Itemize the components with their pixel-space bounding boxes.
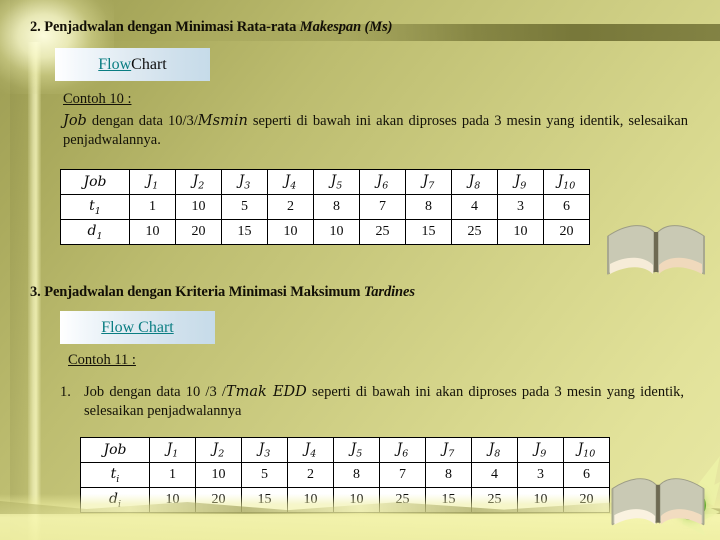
section-heading-3-italic: Tardines	[363, 284, 415, 300]
list-number-1-text: 1.	[60, 384, 71, 400]
table-cell-t: 6	[543, 194, 590, 220]
example-11-body: Job dengan data 10 /3 /Tmak EDD seperti …	[84, 383, 684, 421]
table-row-job: Job J1 J2 J3 J4 J5 J6 J7 J8 J9 J10	[80, 437, 610, 463]
flow-chart-button-2[interactable]: Flow Chart	[60, 311, 215, 344]
table-cell-t: 7	[379, 462, 426, 488]
table-cell-t: 2	[267, 194, 314, 220]
table-header-job: J8	[471, 437, 518, 463]
table-cell-d: 25	[451, 219, 498, 245]
table-row-d: d1 10 20 15 10 10 25 15 25 10 20	[60, 219, 590, 245]
table-cell-d: 10	[267, 219, 314, 245]
table-cell-t: 1	[129, 194, 176, 220]
table-row-label-t: t1	[60, 194, 130, 220]
table-header-job: J2	[195, 437, 242, 463]
table-header-job: J9	[517, 437, 564, 463]
list-number-1: 1.	[60, 383, 71, 402]
table-cell-t: 5	[221, 194, 268, 220]
table-cell-d: 10	[313, 219, 360, 245]
table-cell-t: 8	[405, 194, 452, 220]
table-cell-t: 3	[517, 462, 564, 488]
table-cell-t: 3	[497, 194, 544, 220]
table-cell-d: 25	[359, 219, 406, 245]
table-header-job: J5	[313, 169, 360, 195]
table-header-job: J9	[497, 169, 544, 195]
table-cell-d: 15	[221, 219, 268, 245]
example-label-11: Contoh 11 :	[68, 351, 136, 370]
table-cell-d: 10	[129, 219, 176, 245]
table-cell-t: 8	[313, 194, 360, 220]
table-header-job: J1	[149, 437, 196, 463]
section-heading-2-italic: Makespan (Ms)	[299, 19, 393, 35]
table-header-job: J2	[175, 169, 222, 195]
flow-chart-link-1[interactable]: Flow	[98, 56, 131, 74]
table-row-job: Job J1 J2 J3 J4 J5 J6 J7 J8 J9 J10	[60, 169, 590, 195]
table-cell-d: 15	[405, 219, 452, 245]
example-label-10-text: Contoh 10 :	[63, 91, 132, 107]
example-11-text-a: Job dengan data 10 /3 /	[84, 384, 226, 400]
flow-chart-button-1[interactable]: Flow Chart	[55, 48, 210, 81]
slide-canvas: 2. Penjadwalan dengan Minimasi Rata-rata…	[0, 0, 720, 540]
table-header-job: J7	[405, 169, 452, 195]
example-10-text-a: dengan data 10/3/	[86, 113, 198, 129]
example-10-lead: Job	[63, 113, 87, 129]
table-row-t: ti 1 10 5 2 8 7 8 4 3 6	[80, 462, 610, 488]
section-heading-2: 2. Penjadwalan dengan Minimasi Rata-rata…	[30, 19, 392, 36]
table-cell-d: 10	[497, 219, 544, 245]
table-row-label-t: ti	[80, 462, 150, 488]
table-header-job: J4	[267, 169, 314, 195]
table-cell-t: 10	[175, 194, 222, 220]
example-11-italic-b: Tmak EDD	[225, 384, 307, 400]
table-header-job: J3	[241, 437, 288, 463]
table-row-label-d: d1	[60, 219, 130, 245]
table-header-job: J8	[451, 169, 498, 195]
flow-chart-link-2[interactable]: Flow Chart	[101, 319, 173, 337]
table-cell-d: 20	[175, 219, 222, 245]
table-header-job: J6	[379, 437, 426, 463]
section-heading-2-text: 2. Penjadwalan dengan Minimasi Rata-rata	[30, 19, 300, 35]
table-header-job: J5	[333, 437, 380, 463]
table-cell-t: 8	[333, 462, 380, 488]
table-cell-t: 8	[425, 462, 472, 488]
section-heading-3: 3. Penjadwalan dengan Kriteria Minimasi …	[30, 284, 415, 301]
table-cell-t: 2	[287, 462, 334, 488]
table-corner-label: Job	[60, 169, 130, 195]
table-row-t: t1 1 10 5 2 8 7 8 4 3 6	[60, 194, 590, 220]
table-cell-d: 20	[543, 219, 590, 245]
table-cell-t: 7	[359, 194, 406, 220]
flow-chart-label-1: Chart	[131, 55, 167, 73]
table-cell-t: 1	[149, 462, 196, 488]
table-header-job: J1	[129, 169, 176, 195]
table-header-job: J3	[221, 169, 268, 195]
data-table-1: Job J1 J2 J3 J4 J5 J6 J7 J8 J9 J10 t1 1 10 5 2 8 7 8 4 3 6 d…	[60, 169, 590, 245]
example-label-10: Contoh 10 :	[63, 90, 131, 109]
example-label-11-text: Contoh 11 :	[68, 352, 136, 368]
table-header-job: J10	[543, 169, 590, 195]
table-cell-t: 5	[241, 462, 288, 488]
example-10-body: Job dengan data 10/3/Msmin seperti di ba…	[63, 112, 688, 150]
table-header-job: J6	[359, 169, 406, 195]
table-cell-t: 4	[471, 462, 518, 488]
table-header-job: J7	[425, 437, 472, 463]
table-cell-t: 4	[451, 194, 498, 220]
table-cell-t: 10	[195, 462, 242, 488]
table-corner-label: Job	[80, 437, 150, 463]
section-heading-3-text: 3. Penjadwalan dengan Kriteria Minimasi …	[30, 284, 364, 300]
open-book-image-bottom	[602, 462, 714, 536]
example-10-italic-b: Msmin	[197, 113, 248, 129]
open-book-image-top	[600, 208, 712, 286]
table-header-job: J4	[287, 437, 334, 463]
